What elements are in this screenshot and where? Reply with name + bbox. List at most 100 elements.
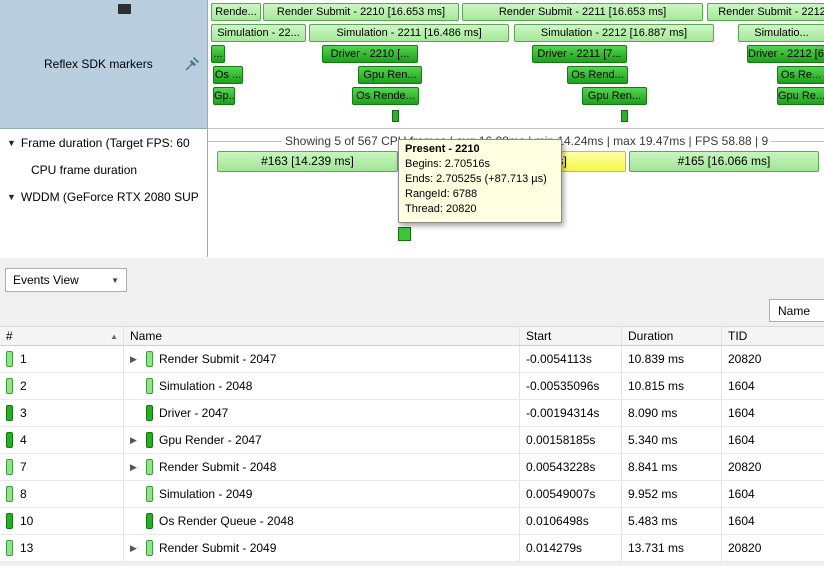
- table-row[interactable]: 7▶Render Submit - 20480.00543228s8.841 m…: [0, 454, 824, 481]
- timeline-left-panel: Reflex SDK markers ▼ Frame duration (Targ…: [0, 0, 208, 257]
- cell-num: 2: [0, 373, 124, 399]
- track-separator: [208, 128, 824, 129]
- cell-num: 4: [0, 427, 124, 453]
- row-number: 8: [20, 487, 27, 501]
- timeline-bar[interactable]: Gpu Ren...: [582, 87, 647, 105]
- timeline-bar[interactable]: Rende...: [211, 3, 261, 21]
- tree-item[interactable]: ▼ Frame duration (Target FPS: 60: [0, 129, 207, 156]
- table-row[interactable]: 1▶Render Submit - 2047-0.0054113s10.839 …: [0, 346, 824, 373]
- present-tick-icon[interactable]: [392, 110, 399, 122]
- timeline-bar[interactable]: Simulatio...: [738, 24, 824, 42]
- present-marker[interactable]: [398, 227, 411, 241]
- events-view-dropdown[interactable]: Events View ▼: [5, 268, 127, 292]
- tree-item-label: CPU frame duration: [31, 163, 137, 177]
- timeline-bar[interactable]: Simulation - 22...: [211, 24, 306, 42]
- event-tid: 1604: [722, 373, 824, 399]
- timeline-bar[interactable]: Gpu Re...: [777, 87, 824, 105]
- timeline-bar[interactable]: Gpu Ren...: [358, 66, 422, 84]
- name-filter-button[interactable]: Name: [769, 299, 824, 322]
- event-duration: 8.841 ms: [622, 454, 722, 480]
- table-body: 1▶Render Submit - 2047-0.0054113s10.839 …: [0, 346, 824, 562]
- cell-num: 10: [0, 508, 124, 534]
- event-color-icon: [146, 405, 153, 421]
- timeline-bar[interactable]: Render Submit - 2210 [16.653 ms]: [263, 3, 459, 21]
- table-row[interactable]: 2 Simulation - 2048-0.00535096s10.815 ms1…: [0, 373, 824, 400]
- timeline-bar[interactable]: Os Re...: [777, 66, 824, 84]
- event-tid: 1604: [722, 508, 824, 534]
- row-number: 2: [20, 379, 27, 393]
- event-duration: 5.483 ms: [622, 508, 722, 534]
- tree-item[interactable]: ▼ WDDM (GeForce RTX 2080 SUP: [0, 183, 207, 210]
- event-color-icon: [146, 486, 153, 502]
- event-color-icon: [6, 486, 13, 502]
- tree-item-label: WDDM (GeForce RTX 2080 SUP: [21, 190, 199, 204]
- timeline-bar[interactable]: Driver - 2210 [...: [322, 45, 418, 63]
- table-row[interactable]: 13▶Render Submit - 20490.014279s13.731 m…: [0, 535, 824, 562]
- event-start: 0.014279s: [520, 535, 622, 561]
- row-expand-icon[interactable]: ▶: [130, 435, 144, 446]
- column-header-name[interactable]: Name: [124, 327, 520, 345]
- tree-item[interactable]: CPU frame duration: [0, 156, 207, 183]
- profiler-window: { "icons": { "caret_down": "▼", "row_exp…: [0, 0, 824, 566]
- column-header-tid[interactable]: TID: [722, 327, 824, 345]
- cell-num: 13: [0, 535, 124, 561]
- cell-num: 7: [0, 454, 124, 480]
- sort-ascending-icon[interactable]: ▲: [110, 332, 118, 341]
- timeline-bar[interactable]: Render Submit - 2212: [707, 3, 824, 21]
- event-name: Render Submit - 2047: [159, 352, 276, 366]
- event-name: Simulation - 2049: [159, 487, 252, 501]
- row-number: 3: [20, 406, 27, 420]
- event-color-icon: [6, 459, 13, 475]
- timeline-bar[interactable]: ...: [211, 45, 225, 63]
- cell-name: Simulation - 2048: [124, 373, 520, 399]
- table-row[interactable]: 10Os Render Queue - 20480.0106498s5.483 …: [0, 508, 824, 535]
- timeline-bar[interactable]: Os Rend...: [567, 66, 628, 84]
- timeline-row-reflex-sdk-markers[interactable]: Reflex SDK markers: [0, 0, 207, 129]
- event-duration: 9.952 ms: [622, 481, 722, 507]
- column-header-tid-label: TID: [728, 329, 747, 343]
- column-header-start[interactable]: Start: [520, 327, 622, 345]
- event-color-icon: [6, 540, 13, 556]
- cell-name: ▶ Render Submit - 2049: [124, 535, 520, 561]
- row-expand-icon[interactable]: ▶: [130, 354, 144, 365]
- tree-expander-icon[interactable]: ▼: [7, 192, 16, 202]
- event-duration: 10.815 ms: [622, 373, 722, 399]
- tree-item-label: Frame duration (Target FPS: 60: [21, 136, 190, 150]
- present-tick-icon[interactable]: [621, 110, 628, 122]
- pin-icon[interactable]: [185, 56, 200, 71]
- row-expand-icon[interactable]: ▶: [130, 462, 144, 473]
- timeline-bar[interactable]: Driver - 2212 [6...: [747, 45, 824, 63]
- timeline-bar[interactable]: Os ...: [213, 66, 243, 84]
- row-number: 13: [20, 541, 33, 555]
- timeline-bar[interactable]: Os Rende...: [352, 87, 419, 105]
- table-row[interactable]: 3Driver - 2047-0.00194314s8.090 ms1604: [0, 400, 824, 427]
- events-view-label: Events View: [13, 273, 79, 287]
- frame-bar[interactable]: #163 [14.239 ms]: [217, 151, 398, 172]
- event-start: 0.0106498s: [520, 508, 622, 534]
- event-name: Render Submit - 2048: [159, 460, 276, 474]
- event-name: Gpu Render - 2047: [159, 433, 262, 447]
- table-row[interactable]: 4▶Gpu Render - 20470.00158185s5.340 ms16…: [0, 427, 824, 454]
- event-start: -0.00535096s: [520, 373, 622, 399]
- event-color-icon: [6, 432, 13, 448]
- row-number: 7: [20, 460, 27, 474]
- event-color-icon: [146, 459, 153, 475]
- frame-bar[interactable]: #165 [16.066 ms]: [629, 151, 819, 172]
- timeline-bar[interactable]: Render Submit - 2211 [16.653 ms]: [462, 3, 703, 21]
- timeline-bar[interactable]: Gp...: [213, 87, 235, 105]
- column-header-duration[interactable]: Duration: [622, 327, 722, 345]
- table-row[interactable]: 8Simulation - 20490.00549007s9.952 ms160…: [0, 481, 824, 508]
- timeline-bar[interactable]: Simulation - 2211 [16.486 ms]: [309, 24, 509, 42]
- row-number: 10: [20, 514, 33, 528]
- chevron-down-icon: ▼: [111, 276, 119, 285]
- cell-name: Driver - 2047: [124, 400, 520, 426]
- event-tid: 1604: [722, 400, 824, 426]
- timeline-bar[interactable]: Simulation - 2212 [16.887 ms]: [514, 24, 714, 42]
- tooltip: Present - 2210 Begins: 2.70516sEnds: 2.7…: [398, 139, 562, 223]
- event-name: Render Submit - 2049: [159, 541, 276, 555]
- timeline-bar[interactable]: Driver - 2211 [7...: [532, 45, 627, 63]
- row-expand-icon[interactable]: ▶: [130, 543, 144, 554]
- column-header-num[interactable]: # ▲: [0, 327, 124, 345]
- event-start: -0.00194314s: [520, 400, 622, 426]
- tree-expander-icon[interactable]: ▼: [7, 138, 16, 148]
